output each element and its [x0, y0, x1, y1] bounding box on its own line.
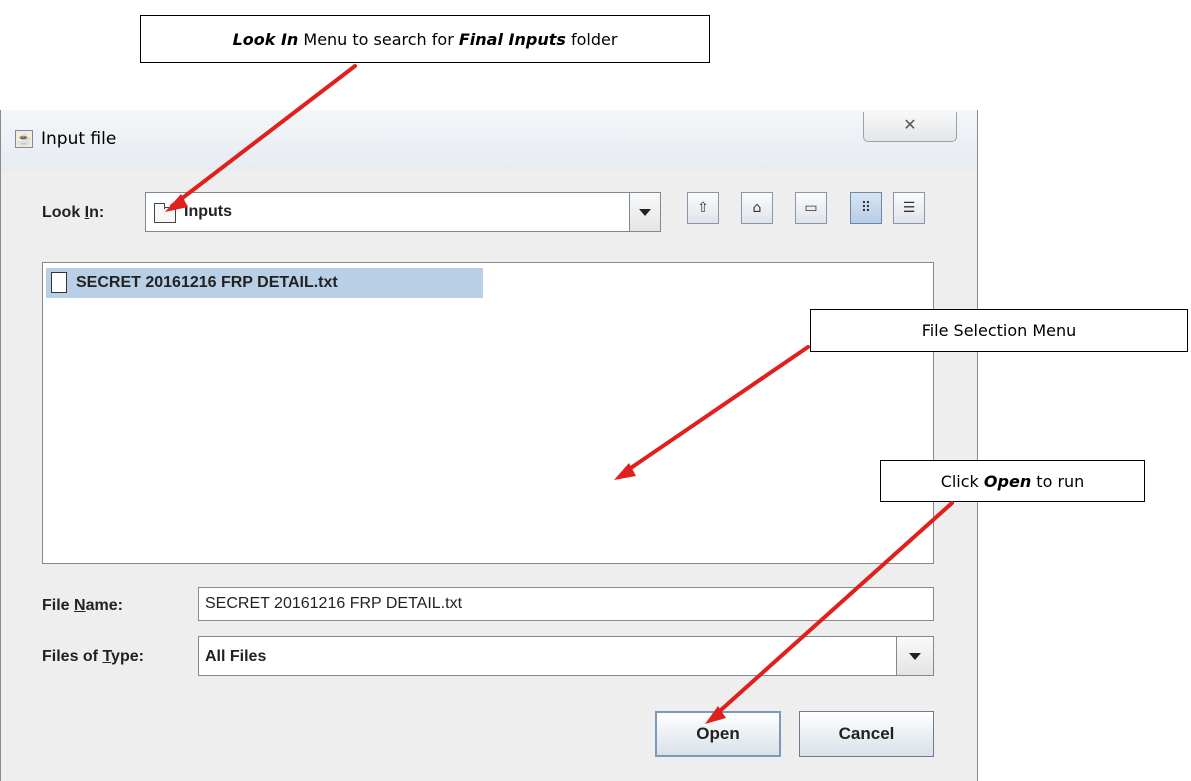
- files-of-type-label: Files of Type:: [42, 648, 144, 666]
- callout-look-in-text2: folder: [565, 29, 618, 49]
- callout-open-text1: Click: [940, 471, 984, 491]
- callout-open: Click Open to run: [880, 460, 1145, 502]
- files-of-type-combo[interactable]: All Files: [198, 636, 934, 676]
- close-icon: ✕: [903, 117, 917, 134]
- files-of-type-value: All Files: [205, 648, 267, 665]
- callout-file-selection: File Selection Menu: [810, 309, 1188, 352]
- look-in-combo[interactable]: Inputs: [145, 192, 661, 232]
- callout-file-selection-text: File Selection Menu: [921, 321, 1077, 340]
- dialog-title: Input file: [41, 129, 117, 149]
- callout-look-in-bold2: Final Inputs: [458, 29, 566, 49]
- file-name-label: File Name:: [42, 597, 123, 615]
- folder-icon: [154, 203, 176, 223]
- up-one-level-button[interactable]: ⇧: [687, 192, 719, 224]
- file-name-label-pre: File: [42, 597, 75, 614]
- file-name-input[interactable]: SECRET 20161216 FRP DETAIL.txt: [198, 587, 934, 621]
- home-icon: ⌂: [752, 200, 762, 216]
- look-in-dropdown-arrow[interactable]: [629, 193, 660, 231]
- look-in-label-pre: Look: [42, 204, 85, 221]
- open-button[interactable]: Open: [655, 711, 781, 757]
- home-button[interactable]: ⌂: [741, 192, 773, 224]
- callout-look-in: Look In Menu to search for Final Inputs …: [140, 15, 710, 63]
- files-of-type-label-mnemonic: T: [102, 648, 112, 665]
- callout-look-in-bold1: Look In: [232, 29, 299, 49]
- document-icon: [51, 272, 67, 293]
- list-view-icon: ⠿: [860, 200, 872, 216]
- up-one-level-icon: ⇧: [697, 200, 709, 216]
- callout-open-bold: Open: [983, 471, 1032, 491]
- cancel-button[interactable]: Cancel: [799, 711, 934, 757]
- file-name-text: SECRET 20161216 FRP DETAIL.txt: [76, 274, 338, 291]
- look-in-value: Inputs: [184, 203, 232, 220]
- java-app-icon: ☕: [15, 130, 33, 148]
- details-view-icon: ☰: [902, 200, 916, 216]
- file-name-label-mnemonic: N: [74, 597, 86, 614]
- callout-open-text2: to run: [1031, 471, 1085, 491]
- files-of-type-label-pre: Files of: [42, 648, 103, 665]
- callout-look-in-text1: Menu to search for: [298, 29, 459, 49]
- chevron-down-icon: [909, 652, 921, 660]
- look-in-label-post: n:: [89, 204, 105, 221]
- title-bar: ☕ Input file ✕: [1, 110, 977, 170]
- details-view-button[interactable]: ☰: [893, 192, 925, 224]
- close-button[interactable]: ✕: [863, 112, 957, 142]
- file-name-label-post: ame:: [85, 597, 123, 614]
- list-view-button[interactable]: ⠿: [850, 192, 882, 224]
- new-folder-button[interactable]: ▭: [795, 192, 827, 224]
- look-in-label: Look In:: [42, 204, 104, 222]
- chevron-down-icon: [639, 208, 651, 216]
- new-folder-icon: ▭: [804, 200, 818, 216]
- files-of-type-dropdown-arrow[interactable]: [896, 637, 933, 675]
- files-of-type-label-post: ype:: [111, 648, 144, 665]
- list-item[interactable]: SECRET 20161216 FRP DETAIL.txt: [46, 268, 483, 298]
- file-list[interactable]: SECRET 20161216 FRP DETAIL.txt: [42, 262, 934, 564]
